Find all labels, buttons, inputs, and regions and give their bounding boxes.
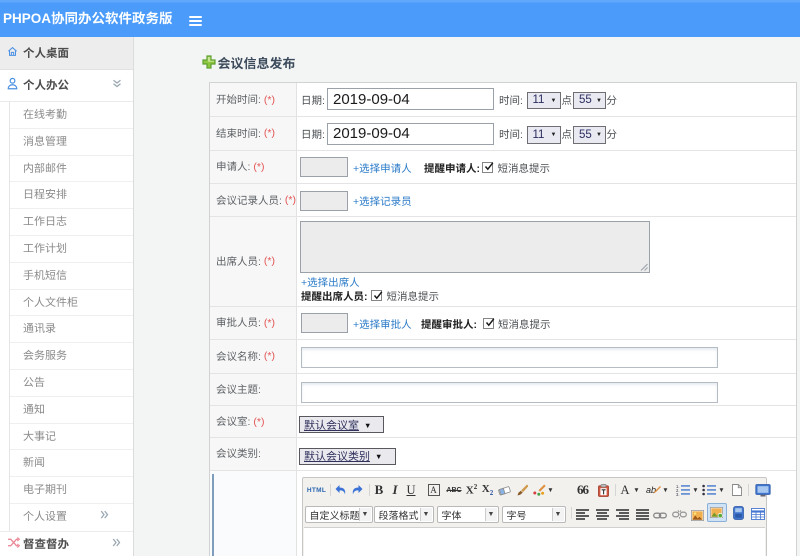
svg-text:3.: 3. [676, 492, 680, 496]
svg-text:ab: ab [646, 485, 656, 495]
